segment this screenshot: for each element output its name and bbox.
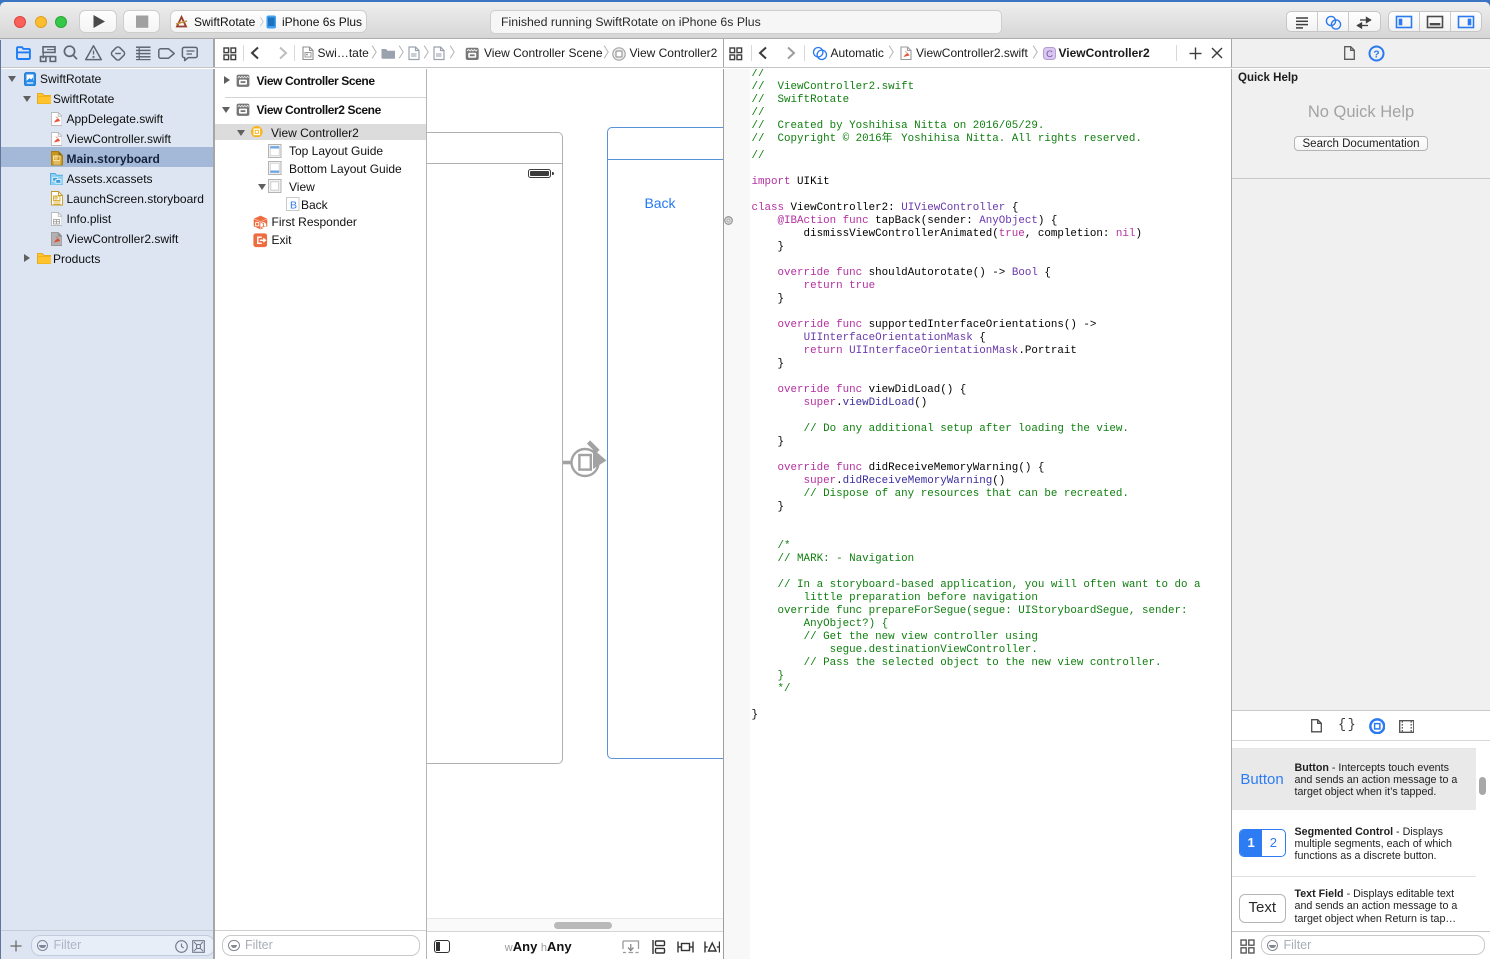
svg-text:C: C	[1046, 49, 1053, 60]
svg-text:?: ?	[1373, 48, 1379, 60]
svg-text:iPhone 6s Plus: iPhone 6s Plus	[282, 15, 362, 29]
svg-text:SwiftRotate: SwiftRotate	[194, 15, 256, 29]
svg-text:B: B	[290, 200, 297, 212]
